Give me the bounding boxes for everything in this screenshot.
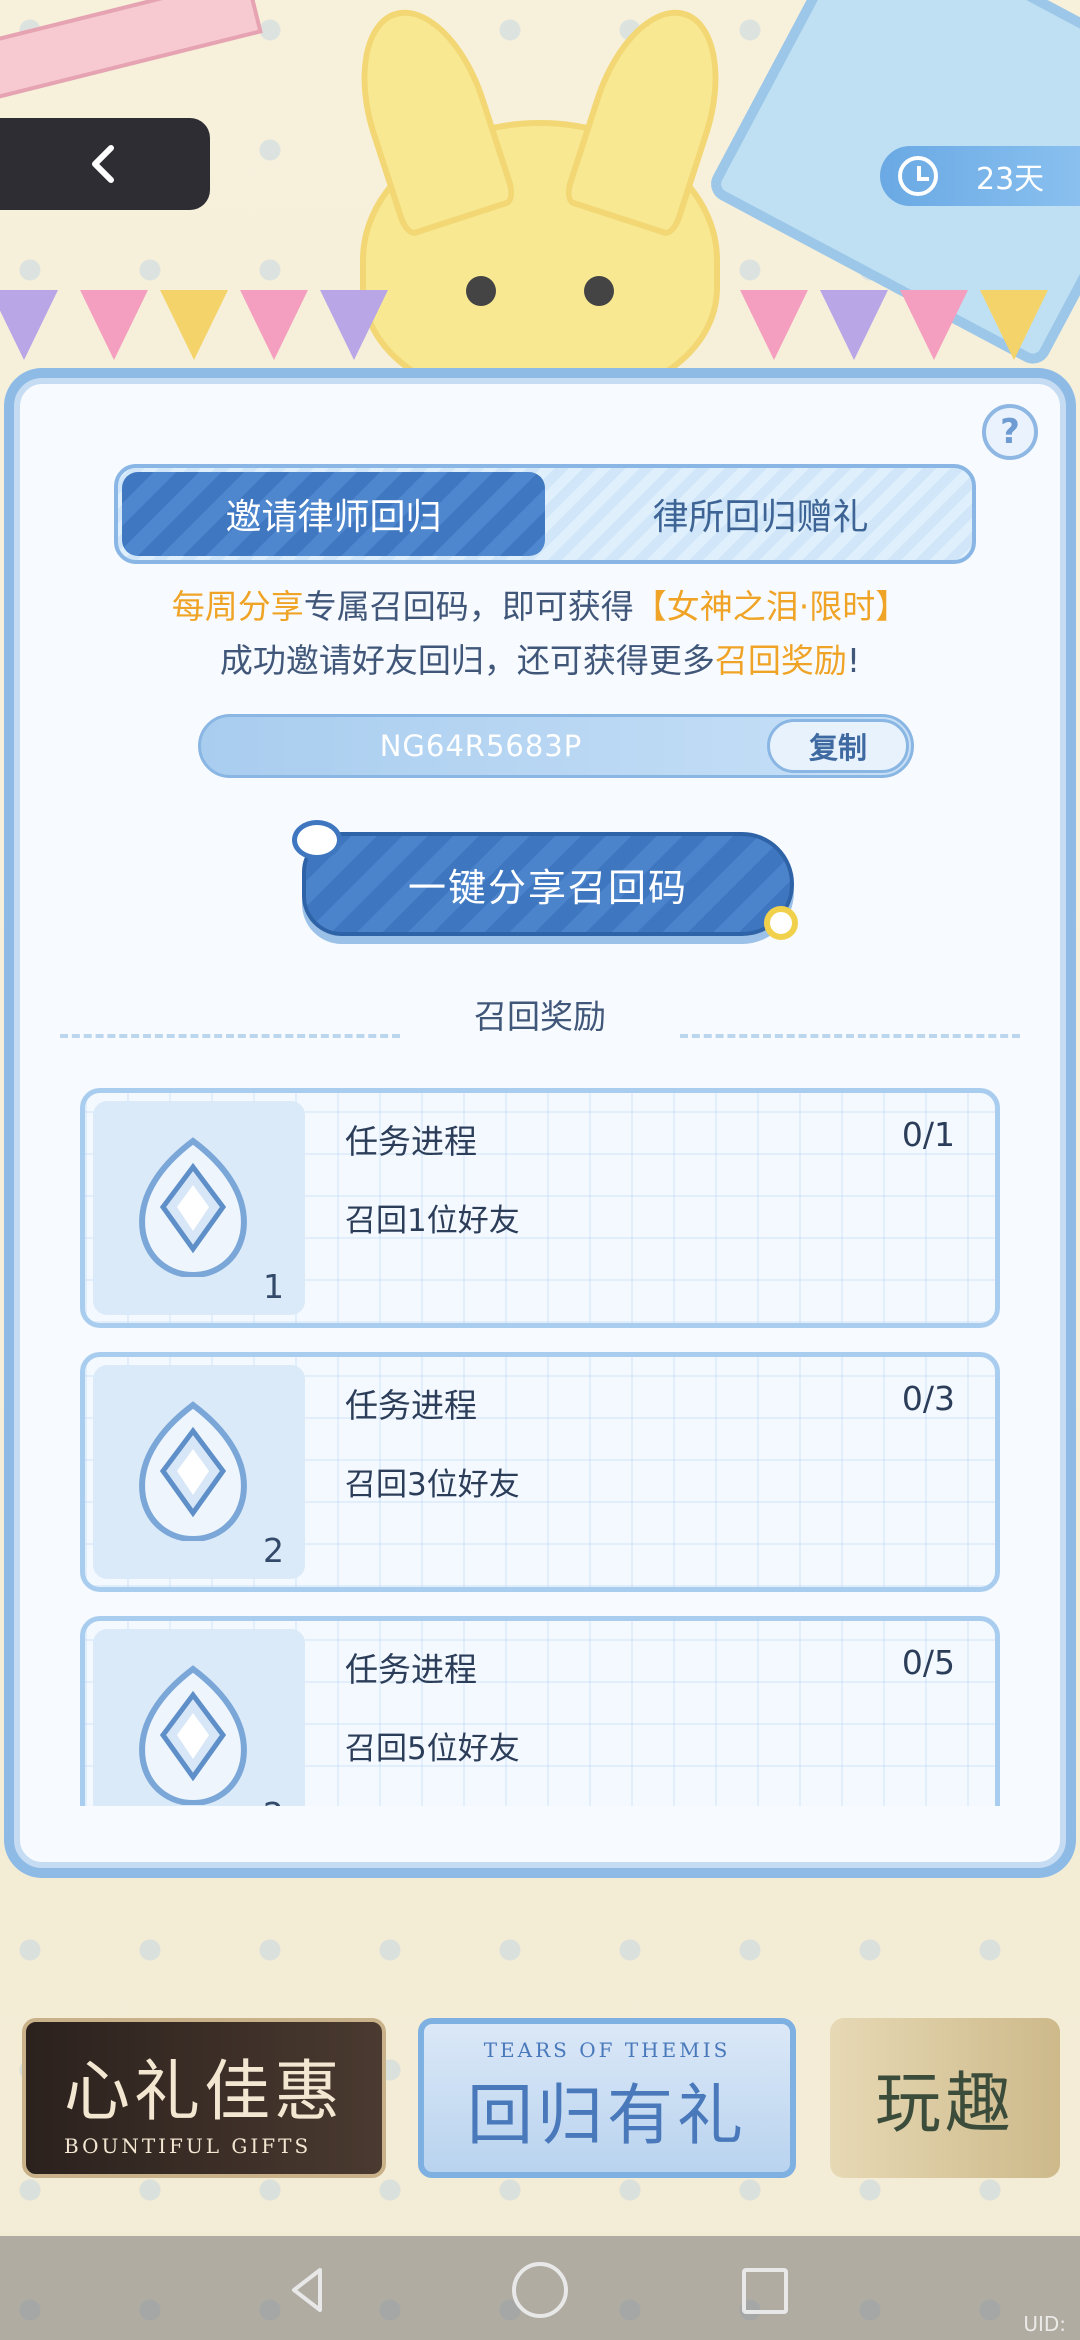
help-button[interactable]: ? <box>982 404 1038 460</box>
tab-invite-lawyer[interactable]: 邀请律师回归 <box>122 472 545 556</box>
uid-text: UID: <box>1023 2312 1066 2336</box>
clock-icon <box>898 156 938 196</box>
nav-home-icon[interactable] <box>512 2262 568 2318</box>
reward-quantity: 2 <box>263 1531 284 1570</box>
reward-task: 召回1位好友 <box>345 1203 520 1239</box>
reward-progress: 0/3 <box>901 1379 955 1418</box>
reward-thumbnail: 1 <box>93 1101 305 1315</box>
reward-label: 任务进程 <box>345 1386 477 1425</box>
timer-text: 23天 <box>976 162 1045 197</box>
section-title: 召回奖励 <box>474 997 606 1036</box>
desc-text: ! <box>846 641 861 680</box>
nav-recent-icon[interactable] <box>742 2268 788 2314</box>
reward-thumbnail: 2 <box>93 1629 305 1806</box>
recall-card: ? 邀请律师回归 律所回归赠礼 每周分享专属召回码，即可获得【女神之泪·限时】 … <box>14 378 1066 1868</box>
nav-back-icon[interactable] <box>280 2262 336 2318</box>
reward-label: 任务进程 <box>345 1122 477 1161</box>
banner-bountiful-gifts[interactable]: 心礼佳惠 BOUNTIFUL GIFTS <box>22 2018 386 2178</box>
description-line-2: 成功邀请好友回归，还可获得更多召回奖励! <box>20 634 1060 688</box>
event-banner-carousel[interactable]: 心礼佳惠 BOUNTIFUL GIFTS TEARS OF THEMIS 回归有… <box>0 2010 1080 2180</box>
reward-thumbnail: 2 <box>93 1365 305 1579</box>
reward-task: 召回5位好友 <box>345 1731 520 1767</box>
reward-list[interactable]: 1 任务进程 召回1位好友 0/1 2 任务进程 召回3位好友 0/3 任务进程… <box>80 1088 1000 1806</box>
banner-return-gift[interactable]: TEARS OF THEMIS 回归有礼 <box>418 2018 796 2178</box>
reward-quantity: 2 <box>263 1795 284 1806</box>
chevron-left-icon <box>92 145 114 183</box>
tab-bar: 邀请律师回归 律所回归赠礼 <box>114 464 976 564</box>
reward-label: 任务进程 <box>345 1650 477 1689</box>
share-code-button[interactable]: 一键分享召回码 <box>292 820 798 940</box>
event-timer: 23天 <box>880 146 1080 206</box>
dot-decoration-icon <box>764 906 798 940</box>
banner-title: 心礼佳惠 <box>64 2053 344 2130</box>
banner-subtitle: TEARS OF THEMIS <box>483 2038 731 2062</box>
desc-highlight: 每周分享 <box>171 587 304 626</box>
system-nav-bar: UID: <box>0 2236 1080 2340</box>
description-line-1: 每周分享专属召回码，即可获得【女神之泪·限时】 <box>20 580 1060 634</box>
divider <box>680 1034 1020 1038</box>
reward-progress: 0/5 <box>901 1643 955 1682</box>
back-button[interactable] <box>0 118 210 210</box>
desc-text: 专属召回码，即可获得 <box>303 587 634 626</box>
reward-item: 2 任务进程 召回3位好友 0/3 <box>80 1352 1000 1592</box>
gem-icon <box>139 1665 247 1805</box>
banner-fun[interactable]: 玩趣 <box>830 2018 1060 2178</box>
banner-title: 玩趣 <box>875 2065 1015 2142</box>
recall-code-field: NG64R5683P 复制 <box>198 714 914 778</box>
wing-decoration-icon <box>292 820 342 860</box>
reward-quantity: 1 <box>263 1267 284 1306</box>
tab-return-gift[interactable]: 律所回归赠礼 <box>549 468 972 560</box>
reward-progress: 0/1 <box>901 1115 955 1154</box>
recall-code-value: NG64R5683P <box>379 729 583 763</box>
reward-item: 1 任务进程 召回1位好友 0/1 <box>80 1088 1000 1328</box>
description-text: 每周分享专属召回码，即可获得【女神之泪·限时】 成功邀请好友回归，还可获得更多召… <box>20 580 1060 688</box>
reward-item: 2 任务进程 召回5位好友 0/5 <box>80 1616 1000 1806</box>
bunting-decoration <box>0 290 1080 380</box>
desc-highlight: 召回奖励 <box>714 641 847 680</box>
reward-task: 召回3位好友 <box>345 1467 520 1503</box>
gem-icon <box>139 1137 247 1277</box>
share-button-label: 一键分享召回码 <box>407 865 688 910</box>
copy-button[interactable]: 复制 <box>767 719 909 773</box>
desc-text: 成功邀请好友回归，还可获得更多 <box>219 641 715 680</box>
banner-title: 回归有礼 <box>467 2077 747 2154</box>
gem-icon <box>139 1401 247 1541</box>
desc-highlight: 【女神之泪·限时】 <box>633 587 909 626</box>
banner-subtitle: BOUNTIFUL GIFTS <box>64 2134 312 2158</box>
